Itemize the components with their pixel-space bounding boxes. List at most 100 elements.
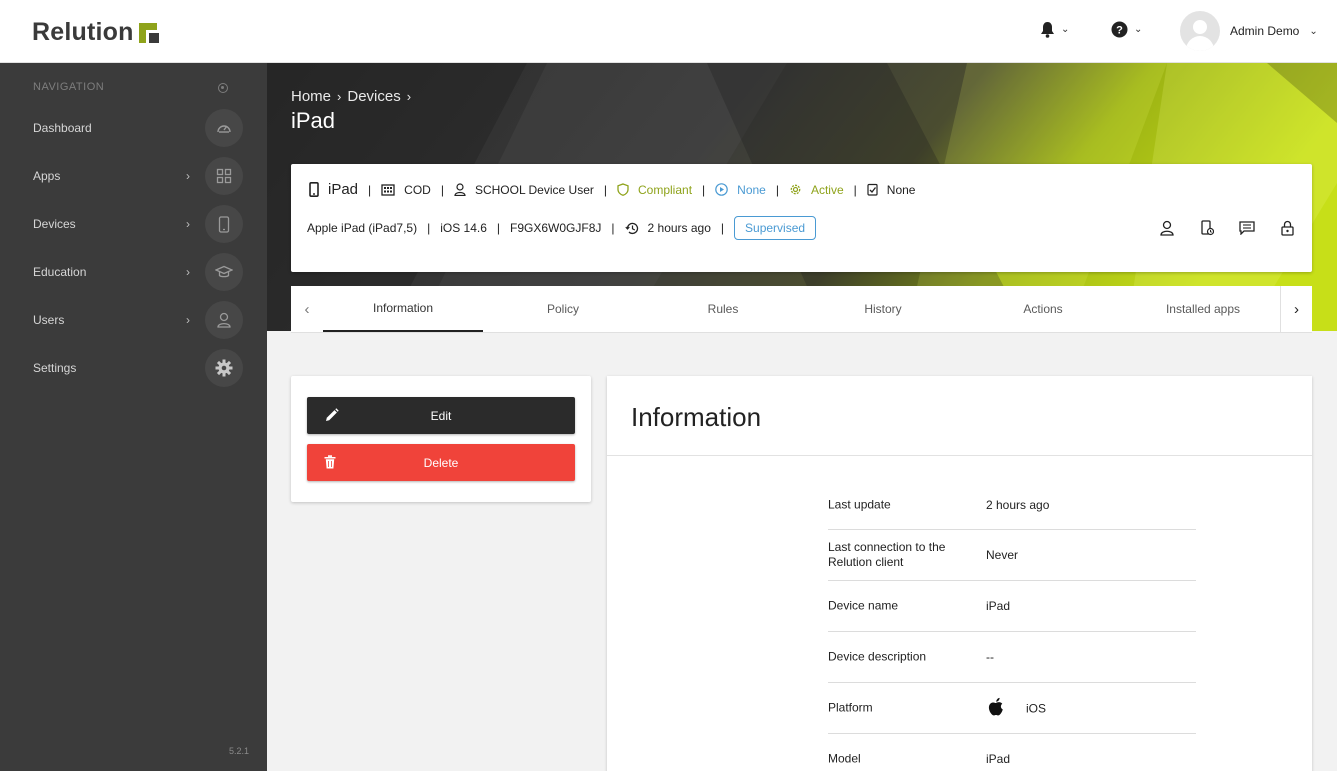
sidebar-item-label: Settings <box>33 361 77 375</box>
info-row-last-connection: Last connection to the Relution client N… <box>828 530 1196 581</box>
platform-value: iOS <box>1026 701 1047 715</box>
last-seen: 2 hours ago <box>647 221 711 235</box>
tabs-scroll-right-button[interactable]: › <box>1280 286 1312 332</box>
sidebar: NAVIGATION Dashboard Apps › Devices › Ed… <box>0 63 267 771</box>
apps-grid-icon <box>205 157 243 195</box>
sidebar-item-apps[interactable]: Apps › <box>0 152 267 200</box>
avatar <box>1180 11 1220 51</box>
relution-logo[interactable]: Relution <box>32 18 159 47</box>
sidebar-item-dashboard[interactable]: Dashboard <box>0 104 267 152</box>
sidebar-item-education[interactable]: Education › <box>0 248 267 296</box>
sidebar-item-label: Education <box>33 265 87 279</box>
tab-rules[interactable]: Rules <box>643 286 803 332</box>
chevron-down-icon: ⌄ <box>1134 24 1143 35</box>
chevron-right-icon: › <box>186 169 190 183</box>
device-summary-row-1: iPad | COD | SCHOOL Device User | Compli… <box>309 181 915 198</box>
sidebar-item-label: Apps <box>33 169 61 183</box>
nav-heading: NAVIGATION <box>33 81 105 93</box>
device-summary-card: iPad | COD | SCHOOL Device User | Compli… <box>291 164 1312 272</box>
info-row-model: Model iPad <box>828 734 1196 771</box>
help-button[interactable]: ? ⌄ <box>1111 21 1142 38</box>
device-summary-row-2: Apple iPad (iPad7,5) | iOS 14.6 | F9GX6W… <box>307 216 817 240</box>
shield-icon <box>617 183 629 196</box>
apple-icon <box>988 697 1003 716</box>
breadcrumb-home[interactable]: Home <box>291 88 331 105</box>
edit-button[interactable]: Edit <box>307 397 575 434</box>
pin-sidebar-icon[interactable] <box>218 83 228 93</box>
chevron-down-icon: ⌄ <box>1309 25 1318 37</box>
phone-icon <box>205 205 243 243</box>
info-value: iPad <box>986 752 1011 766</box>
info-label: Platform <box>828 700 873 715</box>
info-label: Device name <box>828 598 899 613</box>
edit-button-label: Edit <box>430 408 452 423</box>
graduation-cap-icon <box>205 253 243 291</box>
sidebar-item-devices[interactable]: Devices › <box>0 200 267 248</box>
send-message-button[interactable] <box>1227 218 1267 238</box>
user-menu-button[interactable]: Admin Demo ⌄ <box>1180 11 1318 51</box>
device-status: Active <box>810 182 844 197</box>
delete-button-label: Delete <box>423 455 459 470</box>
dashboard-icon <box>205 109 243 147</box>
policy-value: None <box>886 182 916 197</box>
sidebar-item-users[interactable]: Users › <box>0 296 267 344</box>
enrollment-status: None <box>737 182 766 197</box>
info-value: Never <box>986 548 1019 562</box>
message-icon <box>1239 221 1255 235</box>
version-label: 5.2.1 <box>229 746 250 756</box>
notifications-button[interactable]: ⌄ <box>1040 21 1069 38</box>
active-gear-icon <box>789 183 802 196</box>
breadcrumb: Home › Devices › <box>291 88 417 105</box>
play-circle-icon <box>715 183 728 196</box>
logo-text: Relution <box>32 18 134 46</box>
info-value: 2 hours ago <box>986 497 1050 512</box>
device-model: Apple iPad (iPad7,5) <box>307 221 418 235</box>
sidebar-item-label: Users <box>33 313 65 327</box>
breadcrumb-devices[interactable]: Devices <box>347 88 400 105</box>
information-panel: Information Last update 2 hours ago Last… <box>607 376 1312 771</box>
device-os: iOS 14.6 <box>440 221 487 235</box>
chevron-down-icon: ⌄ <box>1061 24 1070 35</box>
device-tabs: ‹ Information Policy Rules History Actio… <box>291 286 1312 333</box>
device-serial: F9GX6W0GJF8J <box>510 221 602 235</box>
device-refresh-icon <box>1200 220 1214 236</box>
device-name: iPad <box>328 181 359 198</box>
assign-user-button[interactable] <box>1147 218 1187 238</box>
trash-icon <box>324 455 336 472</box>
tabs-scroll-left-button[interactable]: ‹ <box>291 286 323 332</box>
chevron-right-icon: › <box>337 89 342 104</box>
info-row-device-description: Device description -- <box>828 632 1196 683</box>
tab-installed-apps[interactable]: Installed apps <box>1123 286 1283 332</box>
sidebar-item-settings[interactable]: Settings <box>0 344 267 392</box>
tab-actions[interactable]: Actions <box>963 286 1123 332</box>
divider <box>607 455 1312 456</box>
tablet-icon <box>309 182 319 197</box>
info-row-platform: Platform iOS <box>828 683 1196 734</box>
chevron-right-icon: › <box>186 217 190 231</box>
info-value: -- <box>986 650 994 664</box>
info-row-device-name: Device name iPad <box>828 581 1196 632</box>
tab-policy[interactable]: Policy <box>483 286 643 332</box>
pencil-icon <box>324 408 339 426</box>
user-name: Admin Demo <box>1230 24 1300 38</box>
info-label: Last update <box>828 497 891 511</box>
lock-device-button[interactable] <box>1267 218 1307 238</box>
info-label: Model <box>828 751 861 766</box>
device-user[interactable]: SCHOOL Device User <box>475 183 594 197</box>
user-icon <box>205 301 243 339</box>
tab-information[interactable]: Information <box>323 286 483 332</box>
policy-check-icon <box>867 183 878 196</box>
delete-button[interactable]: Delete <box>307 444 575 481</box>
chevron-right-icon: › <box>186 265 190 279</box>
bell-icon <box>1041 22 1054 38</box>
user-icon <box>1160 220 1174 236</box>
chevron-right-icon: › <box>406 89 412 104</box>
building-icon <box>381 183 395 196</box>
device-sync-button[interactable] <box>1187 218 1227 238</box>
help-icon: ? <box>1111 21 1128 38</box>
tab-history[interactable]: History <box>803 286 963 332</box>
info-row-last-update: Last update 2 hours ago <box>828 480 1196 530</box>
logo-mark-icon <box>138 22 159 43</box>
svg-text:?: ? <box>1116 25 1123 37</box>
info-value: iPad <box>986 599 1011 613</box>
